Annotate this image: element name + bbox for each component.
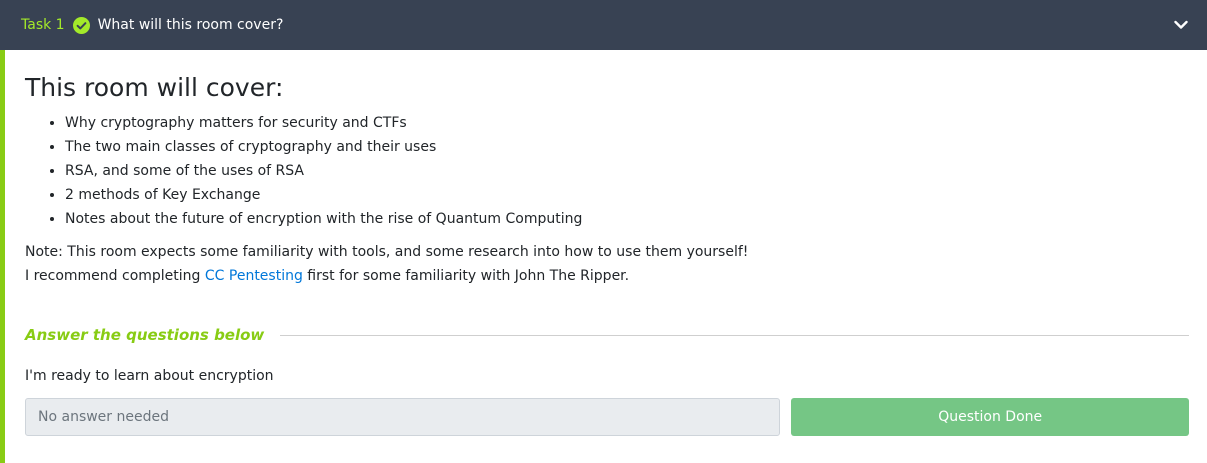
note-line: Note: This room expects some familiarity… — [25, 244, 749, 260]
question-text: I'm ready to learn about encryption — [25, 368, 274, 384]
room-heading: This room will cover: — [25, 73, 284, 102]
answer-input[interactable] — [25, 398, 781, 436]
task-number: Task 1 — [21, 17, 65, 33]
recommend-line: I recommend completing CC Pentesting fir… — [25, 264, 1189, 288]
recommend-text-tail: first for some familiarity with John The… — [302, 268, 630, 284]
answer-row: Question Done — [25, 398, 1189, 436]
divider — [280, 334, 1189, 336]
task-body: This room will cover: Why cryptography m… — [0, 50, 1207, 463]
task-card: Task 1 What will this room cover? This r… — [0, 0, 1207, 463]
list-item: Why cryptography matters for security an… — [65, 111, 1189, 135]
list-item: Notes about the future of encryption wit… — [65, 207, 1189, 231]
task-title: What will this room cover? — [97, 17, 284, 33]
cc-pentesting-link[interactable]: CC Pentesting — [205, 268, 303, 284]
list-item: The two main classes of cryptography and… — [65, 135, 1189, 159]
list-item: 2 methods of Key Exchange — [65, 183, 1189, 207]
answer-section-title: Answer the questions below — [25, 326, 1189, 344]
answer-heading: Answer the questions below — [25, 326, 265, 344]
question-done-button[interactable]: Question Done — [791, 398, 1189, 436]
note-block: Note: This room expects some familiarity… — [25, 240, 1189, 288]
check-circle-icon — [72, 16, 90, 34]
recommend-text: I recommend completing — [25, 268, 205, 284]
list-item: RSA, and some of the uses of RSA — [65, 159, 1189, 183]
task-header[interactable]: Task 1 What will this room cover? — [0, 0, 1207, 50]
chevron-down-icon[interactable] — [1173, 17, 1189, 33]
cover-list: Why cryptography matters for security an… — [25, 111, 1189, 231]
